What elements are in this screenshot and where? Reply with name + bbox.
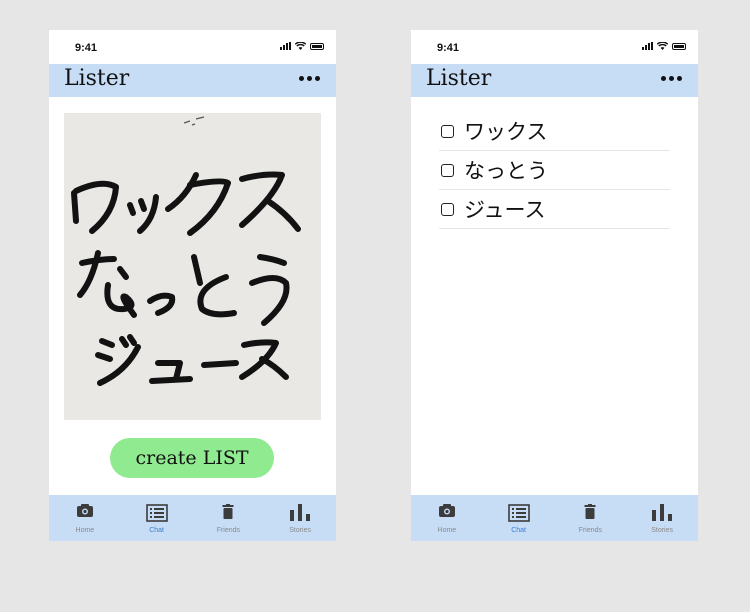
tab-stories[interactable]: Stories xyxy=(264,495,336,541)
more-options-button[interactable] xyxy=(299,76,320,81)
tab-home[interactable]: Home xyxy=(49,495,121,541)
trash-icon xyxy=(584,504,596,519)
status-icons xyxy=(642,42,686,50)
tab-label: Chat xyxy=(511,527,527,534)
bar-chart-icon xyxy=(290,504,311,521)
tab-label: Stories xyxy=(289,527,312,534)
battery-icon xyxy=(672,42,686,50)
app-header: Lister xyxy=(49,64,336,97)
tab-stories[interactable]: Stories xyxy=(626,495,698,541)
tab-chat[interactable]: Chat xyxy=(121,495,193,541)
trash-icon xyxy=(222,504,234,519)
tab-label: Home xyxy=(75,527,95,534)
status-bar: 9:41 xyxy=(49,30,336,64)
signal-icon xyxy=(642,42,653,50)
status-bar: 9:41 xyxy=(411,30,698,64)
status-icons xyxy=(280,42,324,50)
item-checkbox[interactable] xyxy=(441,202,454,216)
app-title: Lister xyxy=(64,66,130,91)
app-header: Lister xyxy=(411,64,698,97)
item-label: ジュース xyxy=(464,198,546,222)
tab-label: Home xyxy=(437,527,457,534)
tab-home[interactable]: Home xyxy=(411,495,483,541)
handwritten-list-photo xyxy=(64,113,321,420)
list-item[interactable]: ワックス xyxy=(439,112,670,151)
item-label: ワックス xyxy=(464,120,548,144)
handwritten-note-image xyxy=(64,113,321,420)
shopping-list: ワックス なっとう ジュース xyxy=(439,112,670,229)
signal-icon xyxy=(280,42,291,50)
tab-friends[interactable]: Friends xyxy=(193,495,265,541)
status-time: 9:41 xyxy=(437,42,460,54)
tab-label: Chat xyxy=(149,527,165,534)
list-item[interactable]: ジュース xyxy=(439,190,670,229)
tab-friends[interactable]: Friends xyxy=(555,495,627,541)
more-options-button[interactable] xyxy=(661,76,682,81)
capture-screen: 9:41 Lister create LIST Home Chat Friend… xyxy=(49,30,336,541)
tab-label: Stories xyxy=(651,527,674,534)
battery-icon xyxy=(310,42,324,50)
wifi-icon xyxy=(657,42,668,50)
tab-label: Friends xyxy=(216,527,241,534)
bar-chart-icon xyxy=(652,504,673,521)
tab-bar: Home Chat Friends Stories xyxy=(49,495,336,541)
create-list-button[interactable]: create LIST xyxy=(110,438,274,478)
status-time: 9:41 xyxy=(75,42,98,54)
tab-chat[interactable]: Chat xyxy=(483,495,555,541)
app-title: Lister xyxy=(426,66,492,91)
wifi-icon xyxy=(295,42,306,50)
item-label: なっとう xyxy=(464,159,548,183)
tab-bar: Home Chat Friends Stories xyxy=(411,495,698,541)
list-icon xyxy=(507,504,530,522)
camera-icon xyxy=(438,504,455,517)
tab-label: Friends xyxy=(578,527,603,534)
item-checkbox[interactable] xyxy=(441,124,454,138)
camera-icon xyxy=(76,504,93,517)
list-icon xyxy=(145,504,168,522)
list-screen: 9:41 Lister ワックス なっとう ジュース Home Chat Fri… xyxy=(411,30,698,541)
item-checkbox[interactable] xyxy=(441,163,454,177)
list-item[interactable]: なっとう xyxy=(439,151,670,190)
